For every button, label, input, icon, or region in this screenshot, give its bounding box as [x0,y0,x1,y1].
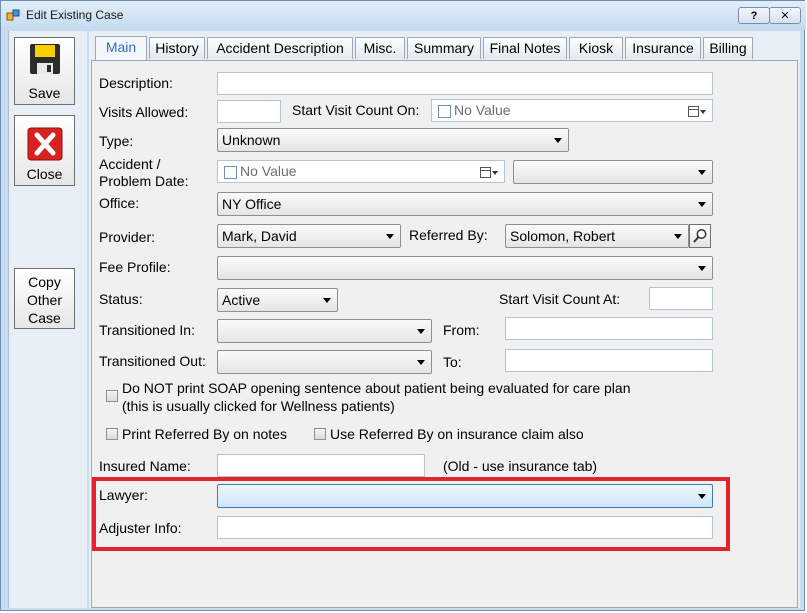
referred-by-dropdown[interactable]: Solomon, Robert [505,224,689,248]
tab-billing[interactable]: Billing [703,37,753,59]
save-label: Save [28,85,61,101]
tab-history[interactable]: History [149,37,205,59]
provider-value: Mark, David [222,228,297,244]
fee-profile-label: Fee Profile: [99,259,171,275]
chevron-down-icon [698,266,706,271]
visits-allowed-input[interactable] [217,100,281,123]
close-label: Close [26,166,63,182]
visits-allowed-label: Visits Allowed: [99,104,189,120]
referred-by-label: Referred By: [409,227,488,243]
transitioned-in-dropdown[interactable] [217,319,432,343]
calendar-dropdown-icon[interactable] [688,106,706,117]
start-visit-count-at-input[interactable] [649,287,713,310]
copy-label-line1: Copy [28,274,61,290]
chevron-down-icon [698,170,706,175]
accident-date-label-line2: Problem Date: [99,173,189,189]
transitioned-out-label: Transitioned Out: [99,353,206,369]
insured-name-label: Insured Name: [99,458,191,474]
office-value: NY Office [222,196,282,212]
chevron-down-icon [698,202,706,207]
start-visit-count-on-datepicker[interactable]: No Value [431,99,713,122]
referred-by-search-button[interactable] [689,224,711,248]
type-value: Unknown [222,132,281,148]
office-dropdown[interactable]: NY Office [217,192,713,216]
referred-by-value: Solomon, Robert [510,228,616,244]
chevron-down-icon [417,329,425,334]
close-button[interactable]: Close [14,115,75,186]
transitioned-in-label: Transitioned In: [99,322,195,338]
highlight-box [92,477,730,551]
tab-bar: Main History Accident Description Misc. … [89,31,800,61]
print-referred-by-checkbox[interactable] [106,428,118,440]
floppy-disk-icon [30,44,60,74]
use-referred-by-checkbox[interactable] [314,428,326,440]
soap-sentence-label: Do NOT print SOAP opening sentence about… [122,379,630,415]
to-label: To: [443,354,462,370]
description-input[interactable] [217,72,713,95]
tab-final-notes[interactable]: Final Notes [483,37,567,59]
tab-main[interactable]: Main [95,36,147,61]
status-dropdown[interactable]: Active [217,288,338,312]
from-label: From: [443,322,480,338]
type-label: Type: [99,133,134,149]
use-referred-by-label: Use Referred By on insurance claim also [330,426,584,442]
tab-kiosk[interactable]: Kiosk [569,37,623,59]
accident-date-value: No Value [240,163,297,179]
help-button[interactable]: ? [738,7,770,24]
soap-sentence-line2: (this is usually clicked for Wellness pa… [122,398,395,414]
provider-dropdown[interactable]: Mark, David [217,224,401,248]
left-toolbar: Save Close Copy Other Case [8,31,87,608]
from-input[interactable] [505,317,713,340]
soap-sentence-checkbox[interactable] [106,390,118,402]
accident-date-datepicker[interactable]: No Value [217,160,505,183]
accident-date-label-line1: Accident / [99,156,161,172]
copy-other-case-button[interactable]: Copy Other Case [14,268,75,329]
chevron-down-icon [674,234,682,239]
status-label: Status: [99,291,143,307]
start-visit-count-at-label: Start Visit Count At: [499,291,621,307]
print-referred-by-label: Print Referred By on notes [122,426,287,442]
transitioned-out-dropdown[interactable] [217,350,432,374]
copy-label-line2: Other [26,292,62,308]
description-label: Description: [99,75,173,91]
to-input[interactable] [505,349,713,372]
magnifier-icon [693,229,707,243]
fee-profile-dropdown[interactable] [217,256,713,280]
start-visit-count-on-label: Start Visit Count On: [292,102,420,118]
status-value: Active [222,292,261,308]
chevron-down-icon [417,360,425,365]
edit-case-window: Edit Existing Case ? ✕ Save Close Copy O… [0,0,806,611]
app-icon [6,9,20,21]
chevron-down-icon [386,234,394,239]
chevron-down-icon [323,298,331,303]
insured-name-input[interactable] [217,454,425,477]
window-title: Edit Existing Case [26,8,124,22]
red-x-icon [27,127,63,161]
calendar-dropdown-icon[interactable] [480,167,498,178]
close-window-button[interactable]: ✕ [769,7,801,24]
tab-insurance[interactable]: Insurance [625,37,701,59]
save-button[interactable]: Save [14,37,75,105]
start-visit-count-on-checkbox[interactable] [438,105,451,118]
accident-date-label: Accident / Problem Date: [99,156,188,190]
chevron-down-icon [554,138,562,143]
tab-summary[interactable]: Summary [407,37,481,59]
tab-accident-description[interactable]: Accident Description [207,37,353,59]
insured-note: (Old - use insurance tab) [443,458,598,474]
soap-sentence-line1: Do NOT print SOAP opening sentence about… [122,380,631,396]
type-dropdown[interactable]: Unknown [217,128,569,152]
title-bar: Edit Existing Case ? ✕ [1,1,806,30]
office-label: Office: [99,195,140,211]
accident-date-checkbox[interactable] [224,166,237,179]
start-visit-count-on-value: No Value [454,102,511,118]
provider-label: Provider: [99,229,156,245]
copy-other-case-label: Copy Other Case [15,273,74,327]
tab-misc[interactable]: Misc. [355,37,405,59]
copy-label-line3: Case [28,310,61,326]
accident-time-dropdown[interactable] [513,160,713,184]
